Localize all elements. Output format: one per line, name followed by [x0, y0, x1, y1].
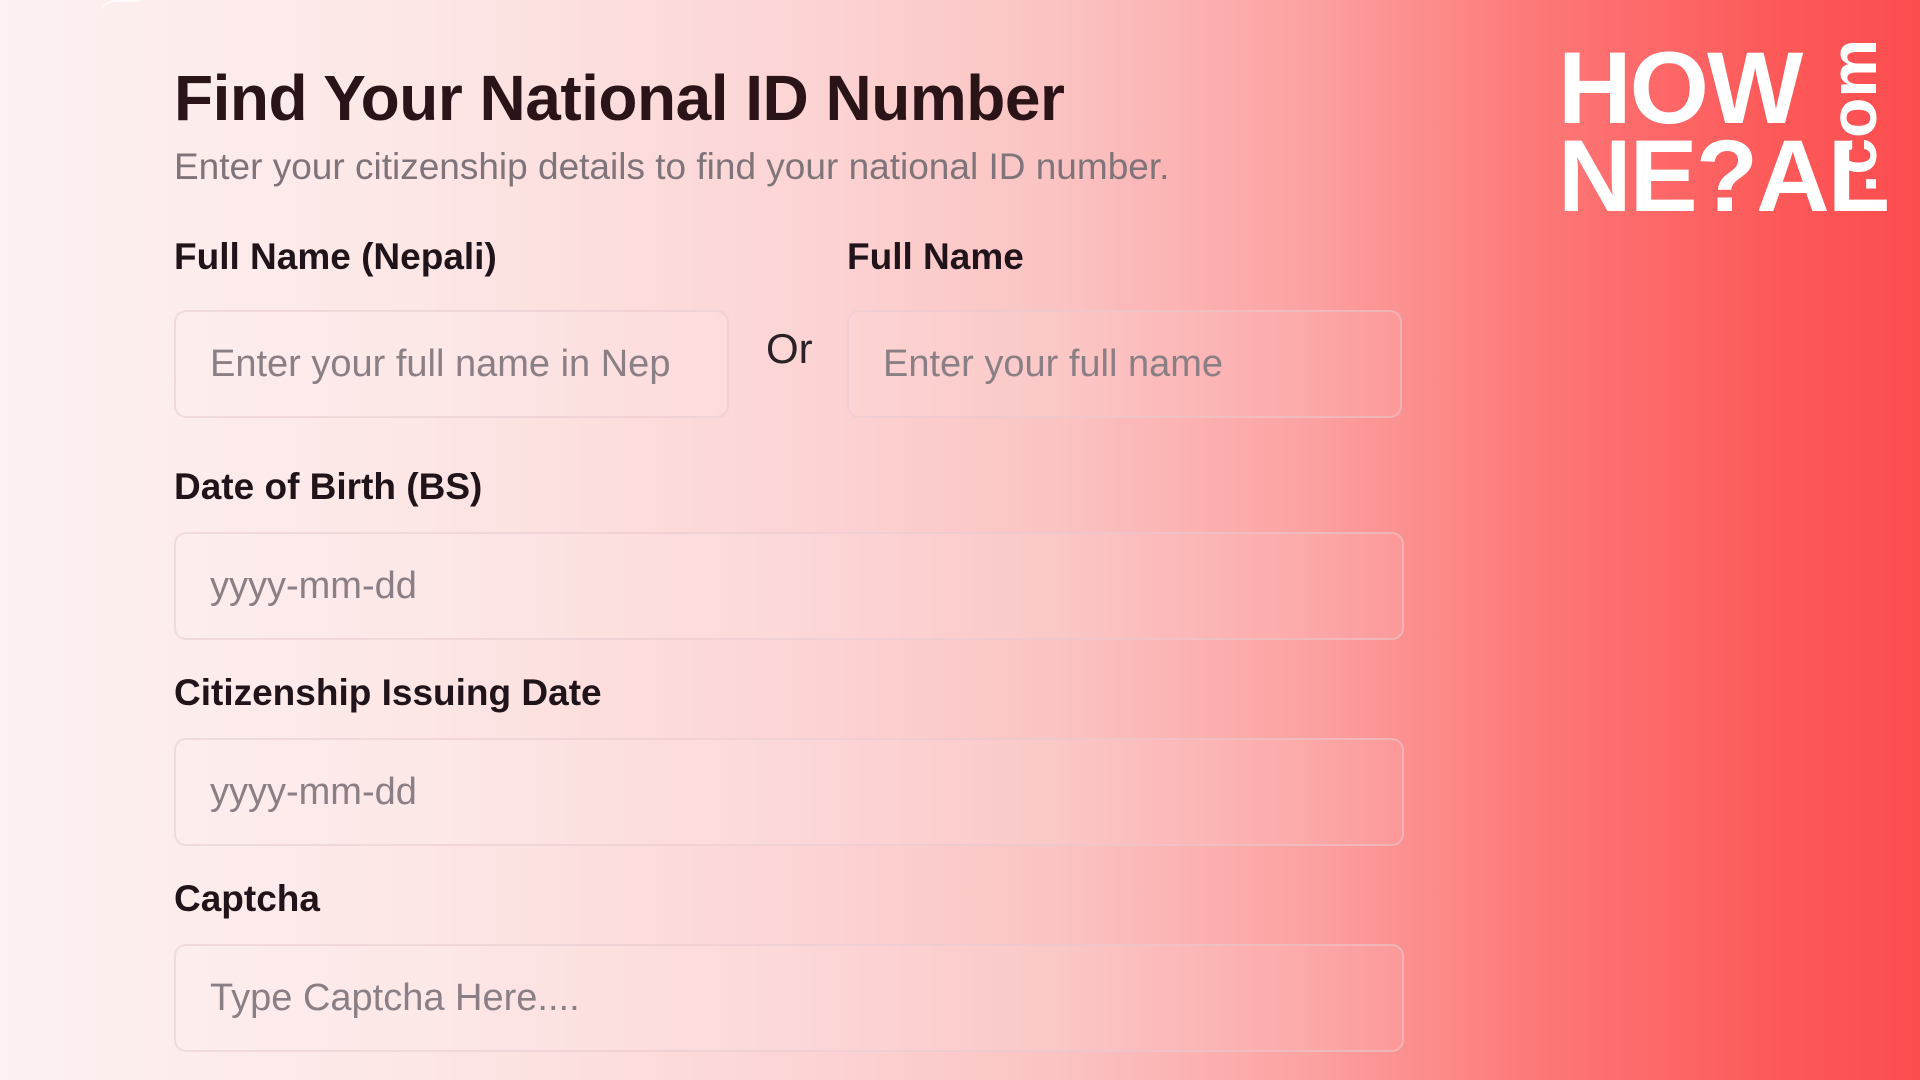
- name-row: Full Name (Nepali) Enter your full name …: [174, 234, 1404, 434]
- captcha-group: Captcha Type Captcha Here....: [174, 876, 1404, 1052]
- nid-search-form: Find Your National ID Number Enter your …: [174, 58, 1404, 1052]
- full-name-input[interactable]: Enter your full name: [847, 310, 1402, 418]
- citizenship-issuing-date-input[interactable]: yyyy-mm-dd: [174, 738, 1404, 846]
- or-separator: Or: [766, 325, 813, 372]
- full-name-nepali-group: Full Name (Nepali) Enter your full name …: [174, 234, 729, 418]
- panel-corner: [100, 0, 140, 16]
- full-name-nepali-label: Full Name (Nepali): [174, 236, 497, 277]
- page-subtitle: Enter your citizenship details to find y…: [174, 146, 1170, 187]
- citizenship-issuing-date-group: Citizenship Issuing Date yyyy-mm-dd: [174, 670, 1404, 846]
- logo-suffix-com: .com: [1816, 38, 1890, 193]
- full-name-label: Full Name: [847, 236, 1024, 277]
- date-of-birth-group: Date of Birth (BS) yyyy-mm-dd: [174, 464, 1404, 640]
- captcha-input[interactable]: Type Captcha Here....: [174, 944, 1404, 1052]
- hownepal-logo: HOW NE?AL .com: [1558, 37, 1898, 228]
- date-of-birth-input[interactable]: yyyy-mm-dd: [174, 532, 1404, 640]
- full-name-group: Full Name Enter your full name: [847, 234, 1402, 418]
- date-of-birth-label: Date of Birth (BS): [174, 466, 483, 507]
- captcha-label: Captcha: [174, 878, 320, 919]
- full-name-nepali-input[interactable]: Enter your full name in Nep: [174, 310, 729, 418]
- citizenship-issuing-date-label: Citizenship Issuing Date: [174, 672, 602, 713]
- page-title: Find Your National ID Number: [174, 62, 1065, 134]
